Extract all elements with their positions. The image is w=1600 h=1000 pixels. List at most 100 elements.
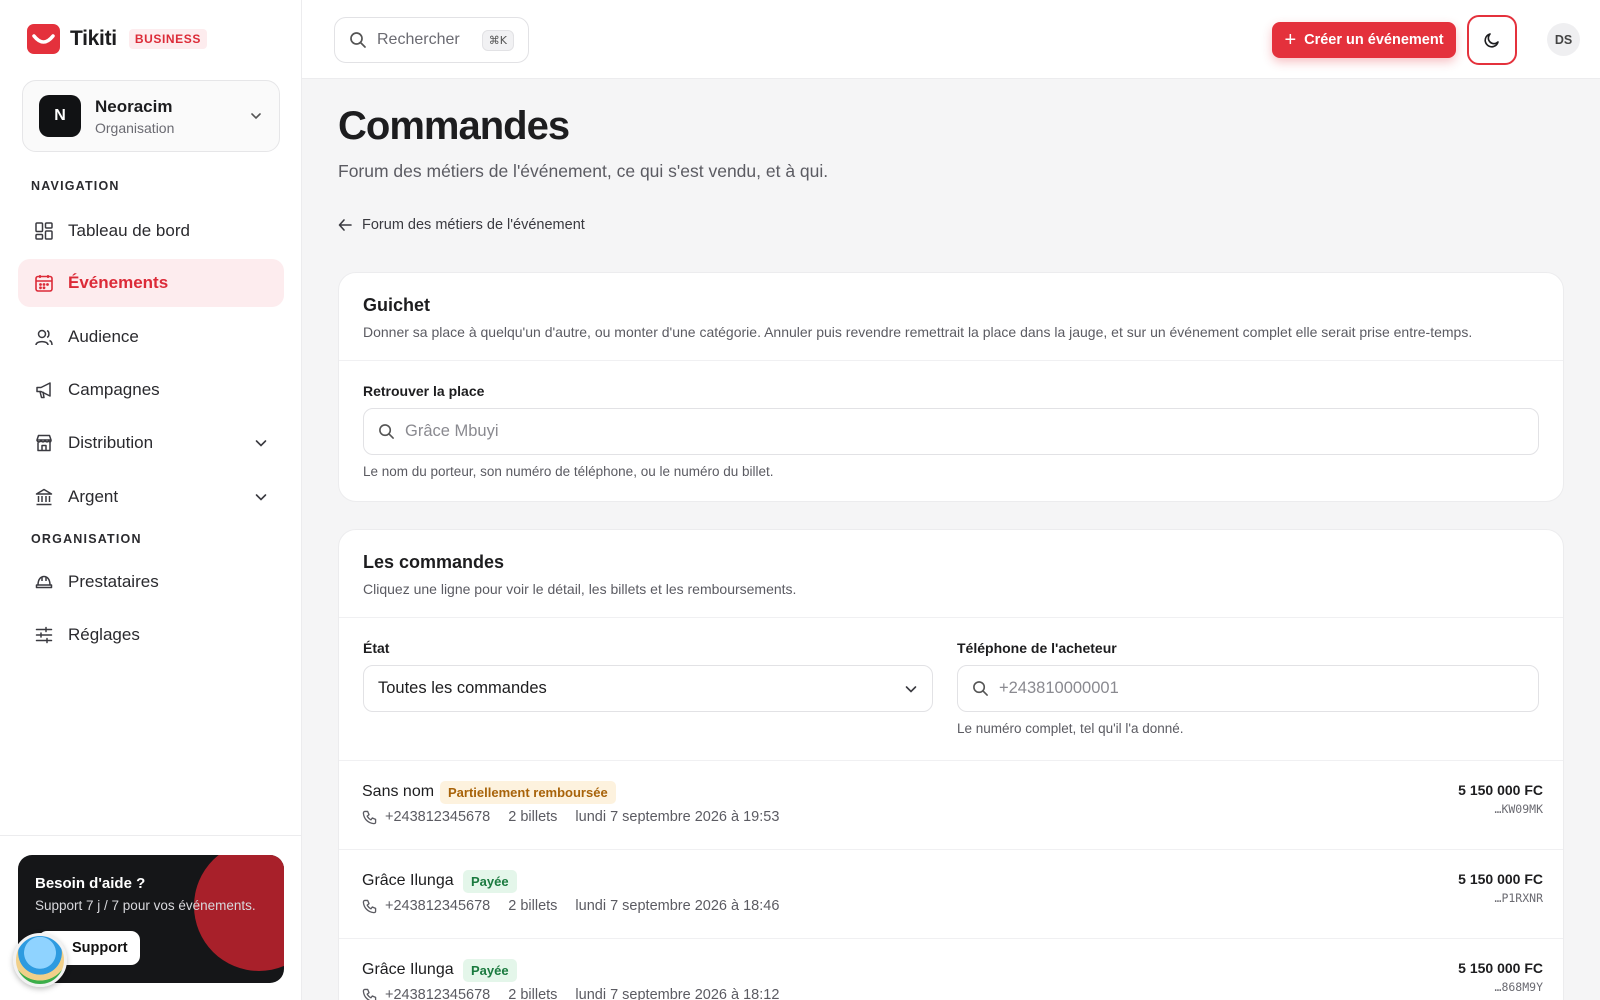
order-buyer-name: Grâce Ilunga — [362, 961, 454, 978]
back-link[interactable]: Forum des métiers de l'événement — [338, 217, 585, 233]
chevron-down-icon — [905, 685, 917, 693]
search-icon — [350, 32, 366, 48]
ticket-search-placeholder: Grâce Mbuyi — [405, 422, 499, 440]
moon-icon — [1484, 33, 1499, 48]
guichet-title: Guichet — [363, 295, 431, 315]
buyer-phone-hint: Le numéro complet, tel qu'il l'a donné. — [957, 721, 1184, 736]
top-bar: Rechercher ⌘K + Créer un événement DS — [302, 0, 1600, 79]
search-shortcut: ⌘K — [481, 29, 514, 51]
brand-name: Tikiti — [70, 27, 117, 50]
sidebar-divider — [0, 835, 302, 836]
buyer-phone-placeholder: +243810000001 — [999, 679, 1119, 697]
status-badge: Payée — [463, 959, 517, 982]
sidebar-item-campaigns[interactable]: Campagnes — [18, 366, 284, 414]
guichet-card: Guichet Donner sa place à quelqu'un d'au… — [338, 272, 1564, 502]
order-amount: 5 150 000 FC — [1458, 782, 1543, 798]
sidebar-item-label: Distribution — [68, 433, 154, 452]
chevron-down-icon — [255, 494, 267, 501]
table-row[interactable]: Sans nom Partiellement remboursée +24381… — [339, 760, 1563, 849]
island-avatar-icon[interactable] — [13, 933, 67, 987]
sidebar-item-label: Tableau de bord — [68, 221, 190, 240]
bank-icon — [34, 487, 54, 507]
theme-toggle-button[interactable] — [1467, 15, 1517, 65]
order-meta: +243812345678 2 billets lundi 7 septembr… — [362, 987, 779, 1000]
state-filter-select[interactable]: Toutes les commandes — [363, 665, 933, 712]
search-icon — [973, 681, 988, 696]
order-buyer-name: Sans nom — [362, 783, 435, 800]
page-subtitle: Forum des métiers de l'événement, ce qui… — [338, 161, 829, 181]
table-row[interactable]: Grâce Ilunga Payée +243812345678 2 bille… — [339, 849, 1563, 938]
guichet-description: Donner sa place à quelqu'un d'autre, ou … — [363, 324, 1473, 340]
order-phone: +243812345678 — [385, 898, 491, 914]
order-buyer-name: Grâce Ilunga — [362, 872, 454, 889]
orders-description: Cliquez une ligne pour voir le détail, l… — [363, 581, 797, 597]
order-meta: +243812345678 2 billets lundi 7 septembr… — [362, 809, 779, 825]
sidebar-item-settings[interactable]: Réglages — [18, 611, 284, 659]
order-reference: …KW09MK — [1494, 802, 1543, 816]
ticket-search-hint: Le nom du porteur, son numéro de télépho… — [363, 464, 774, 479]
table-row[interactable]: Grâce Ilunga Payée +243812345678 2 bille… — [339, 938, 1563, 1000]
dashboard-icon — [34, 221, 54, 241]
buyer-phone-input[interactable]: +243810000001 — [957, 665, 1539, 712]
phone-icon — [362, 810, 377, 824]
calendar-icon — [34, 273, 54, 293]
orders-card: Les commandes Cliquez une ligne pour voi… — [338, 529, 1564, 1000]
sidebar-item-label: Audience — [68, 327, 139, 346]
order-phone: +243812345678 — [385, 809, 491, 825]
ticket-search-input[interactable]: Grâce Mbuyi — [363, 408, 1539, 455]
create-event-button[interactable]: + Créer un événement — [1272, 22, 1456, 58]
sidebar-item-dashboard[interactable]: Tableau de bord — [18, 207, 284, 255]
megaphone-icon — [34, 380, 54, 400]
ticket-search-label: Retrouver la place — [363, 383, 485, 399]
sidebar-item-audience[interactable]: Audience — [18, 313, 284, 361]
search-input[interactable]: Rechercher ⌘K — [334, 17, 529, 63]
state-filter-value: Toutes les commandes — [378, 679, 547, 697]
status-badge: Partiellement remboursée — [440, 781, 616, 804]
sidebar-item-label: Prestataires — [68, 572, 159, 591]
users-icon — [34, 327, 54, 347]
tikiti-logo-icon — [27, 24, 60, 54]
search-icon — [379, 424, 394, 439]
search-placeholder: Rechercher — [377, 31, 460, 48]
chevron-down-icon — [255, 440, 267, 447]
org-avatar: N — [39, 95, 81, 137]
state-filter-label: État — [363, 640, 390, 656]
phone-icon — [362, 899, 377, 913]
order-tickets: 2 billets — [508, 898, 558, 914]
user-avatar[interactable]: DS — [1547, 23, 1580, 56]
sidebar-item-label: Campagnes — [68, 380, 160, 399]
help-subtitle: Support 7 j / 7 pour vos événements. — [35, 898, 256, 913]
sidebar-item-label: Réglages — [68, 625, 140, 644]
org-switcher[interactable]: N Neoracim Organisation — [22, 80, 280, 152]
back-link-label: Forum des métiers de l'événement — [362, 217, 585, 233]
sidebar-item-money[interactable]: Argent — [18, 473, 284, 521]
order-tickets: 2 billets — [508, 987, 558, 1000]
sidebar-item-label: Événements — [68, 273, 169, 292]
sidebar-item-events[interactable]: Événements — [18, 259, 284, 307]
order-amount: 5 150 000 FC — [1458, 871, 1543, 887]
brand[interactable]: Tikiti BUSINESS — [27, 24, 207, 54]
orders-title: Les commandes — [363, 552, 505, 572]
sidebar: Tikiti BUSINESS N Neoracim Organisation … — [0, 0, 302, 1000]
plan-badge: BUSINESS — [128, 29, 207, 49]
order-date: lundi 7 septembre 2026 à 19:53 — [575, 809, 780, 825]
sidebar-item-providers[interactable]: Prestataires — [18, 558, 284, 606]
order-tickets: 2 billets — [508, 809, 558, 825]
order-meta: +243812345678 2 billets lundi 7 septembr… — [362, 898, 779, 914]
nav-section-title: NAVIGATION — [31, 179, 120, 193]
org-subtitle: Organisation — [95, 119, 175, 136]
order-reference: …P1RXNR — [1494, 891, 1543, 905]
phone-icon — [362, 988, 377, 1000]
order-amount: 5 150 000 FC — [1458, 960, 1543, 976]
order-date: lundi 7 septembre 2026 à 18:12 — [575, 987, 780, 1000]
order-date: lundi 7 septembre 2026 à 18:46 — [575, 898, 780, 914]
hardhat-icon — [34, 572, 54, 592]
help-title: Besoin d'aide ? — [35, 875, 146, 892]
sidebar-item-distribution[interactable]: Distribution — [18, 419, 284, 467]
order-reference: …868M9Y — [1494, 980, 1543, 994]
org-section-title: ORGANISATION — [31, 532, 142, 546]
sliders-icon — [34, 625, 54, 645]
decorative-blob — [194, 855, 284, 971]
org-name: Neoracim — [95, 96, 173, 116]
create-event-label: Créer un événement — [1304, 32, 1444, 48]
